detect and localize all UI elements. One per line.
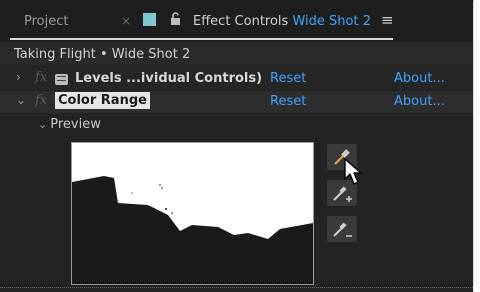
- tab-effect-controls[interactable]: Effect Controls Wide Shot 2: [193, 14, 371, 29]
- effect-controls-panel: Project × Effect Controls Wide Shot 2 ≡ …: [0, 0, 473, 292]
- panel-bottom-edge: [0, 287, 473, 288]
- reset-button-color-range[interactable]: Reset: [270, 94, 306, 109]
- fx-toggle-icon[interactable]: fx: [35, 70, 47, 85]
- tab-effect-controls-clip: Wide Shot 2: [292, 14, 371, 29]
- mouse-cursor-icon: [344, 158, 362, 185]
- eyedropper-minus-button[interactable]: [327, 216, 357, 242]
- twirl-expanded-icon[interactable]: ⌄: [38, 118, 47, 131]
- about-button-color-range[interactable]: About...: [394, 94, 445, 109]
- effect-preset-icon: [55, 74, 68, 85]
- panel-right-edge: [473, 0, 475, 292]
- panel-tab-bar: Project × Effect Controls Wide Shot 2 ≡: [0, 0, 473, 42]
- effect-row-levels[interactable]: › fx Levels ...ividual Controls) Reset A…: [0, 68, 473, 90]
- effect-row-color-range[interactable]: ⌄ fx Color Range Reset About...: [0, 91, 473, 113]
- twirl-expanded-icon[interactable]: ⌄: [16, 93, 26, 107]
- eyedropper-minus-icon: [333, 222, 352, 237]
- about-button-levels[interactable]: About...: [394, 71, 445, 86]
- tab-close-icon[interactable]: ×: [121, 14, 131, 28]
- clip-header: Taking Flight • Wide Shot 2: [0, 42, 473, 66]
- lock-icon[interactable]: [170, 12, 181, 28]
- composition-swatch-icon: [143, 13, 156, 26]
- reset-button-levels[interactable]: Reset: [270, 71, 306, 86]
- color-range-preview: [71, 142, 314, 285]
- active-tab-underline: [10, 38, 393, 40]
- panel-menu-icon[interactable]: ≡: [381, 11, 394, 29]
- preview-label: Preview: [50, 117, 101, 132]
- effect-name-levels[interactable]: Levels ...ividual Controls): [75, 71, 262, 86]
- tab-project[interactable]: Project: [24, 14, 68, 29]
- effect-name-color-range[interactable]: Color Range: [55, 92, 150, 109]
- preview-group[interactable]: ⌄ Preview: [38, 117, 101, 132]
- tab-effect-controls-label: Effect Controls: [193, 14, 289, 29]
- twirl-collapsed-icon[interactable]: ›: [16, 70, 21, 84]
- fx-toggle-icon[interactable]: fx: [35, 93, 47, 108]
- clip-title: Taking Flight • Wide Shot 2: [14, 47, 191, 62]
